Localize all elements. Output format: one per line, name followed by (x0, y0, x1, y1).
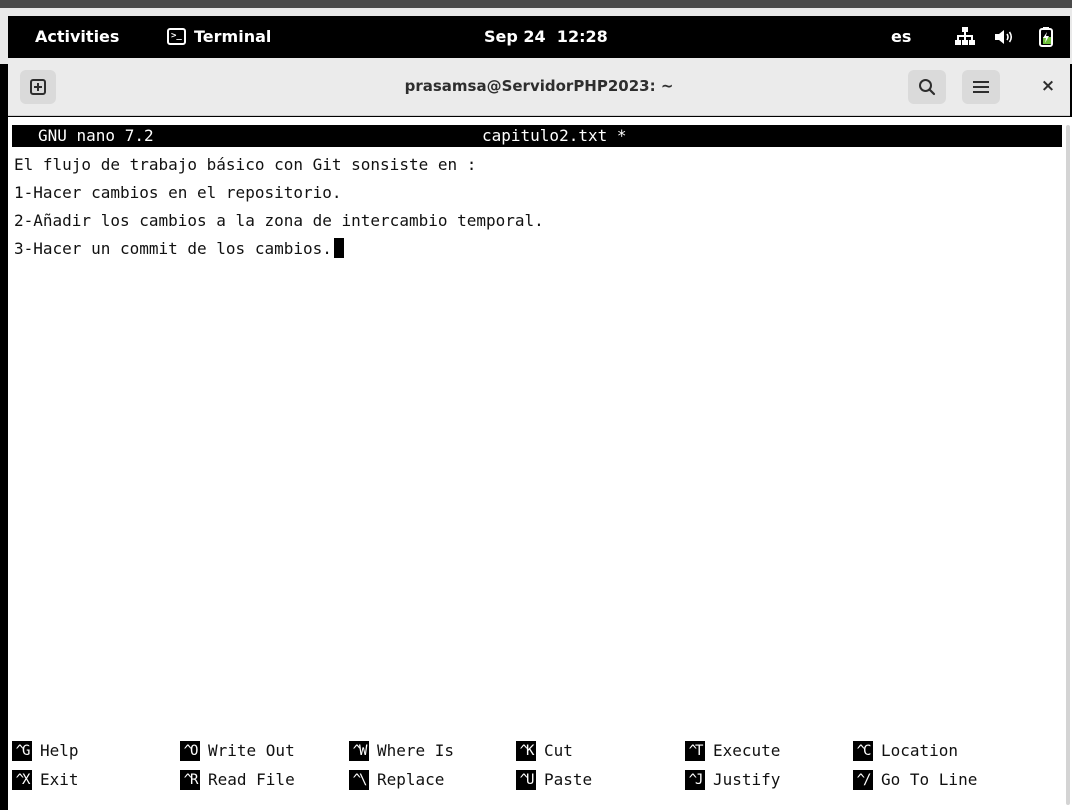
terminal-scrollbar[interactable] (1064, 117, 1072, 810)
editor-line[interactable]: 3-Hacer un commit de los cambios. (14, 238, 344, 262)
shortcut-key: ^X (12, 770, 32, 790)
shortcut-help[interactable]: ^G Help (12, 740, 79, 762)
activities-button[interactable]: Activities (35, 27, 119, 46)
shortcut-key: ^O (180, 741, 200, 761)
shortcut-write-out[interactable]: ^O Write Out (180, 740, 295, 762)
shortcut-key: ^K (516, 741, 536, 761)
shortcut-location[interactable]: ^C Location (853, 740, 958, 762)
shortcut-cut[interactable]: ^K Cut (516, 740, 573, 762)
shortcut-label: Cut (544, 741, 573, 760)
shortcut-justify[interactable]: ^J Justify (685, 769, 780, 791)
hamburger-menu-icon (973, 81, 989, 93)
editor-line[interactable]: 1-Hacer cambios en el repositorio. (14, 182, 342, 206)
shortcut-label: Exit (40, 770, 79, 789)
gnome-top-bar: Activities >_ Terminal Sep 24 12:28 es (0, 0, 1072, 64)
search-icon (919, 79, 936, 96)
shortcut-label: Write Out (208, 741, 295, 760)
shortcut-paste[interactable]: ^U Paste (516, 769, 592, 791)
editor-line[interactable]: El flujo de trabajo básico con Git sonsi… (14, 154, 476, 178)
search-button[interactable] (908, 70, 946, 104)
scrollbar-thumb[interactable] (1066, 125, 1070, 805)
shortcut-label: Justify (713, 770, 781, 789)
editor-line-text: 1-Hacer cambios en el repositorio. (14, 183, 342, 202)
app-name: Terminal (194, 27, 272, 46)
nano-title-bar: GNU nano 7.2 capitulo2.txt * (12, 125, 1062, 147)
battery-charging-icon[interactable] (1038, 26, 1054, 48)
shortcut-label: Read File (208, 770, 295, 789)
shortcut-key: ^/ (853, 770, 873, 790)
shortcut-replace[interactable]: ^\ Replace (349, 769, 444, 791)
text-cursor (333, 238, 344, 258)
editor-line-text: 2-Añadir los cambios a la zona de interc… (14, 211, 544, 230)
shortcut-key: ^W (349, 741, 369, 761)
shortcut-label: Paste (544, 770, 593, 789)
shortcut-key: ^U (516, 770, 536, 790)
window-header-bar: prasamsa@ServidorPHP2023: ~ × (8, 58, 1070, 116)
network-wired-icon[interactable] (954, 25, 976, 47)
top-panel: Activities >_ Terminal Sep 24 12:28 es (8, 16, 1070, 58)
shortcut-label: Help (40, 741, 79, 760)
shortcut-go-to-line[interactable]: ^/ Go To Line (853, 769, 977, 791)
shortcut-label: Execute (713, 741, 781, 760)
editor-line[interactable]: 2-Añadir los cambios a la zona de interc… (14, 210, 544, 234)
app-menu-button[interactable]: >_ Terminal (167, 27, 271, 46)
terminal-icon: >_ (167, 28, 186, 45)
shortcut-label: Where Is (377, 741, 455, 760)
nano-version: GNU nano 7.2 (38, 126, 154, 145)
shortcut-key: ^R (180, 770, 200, 790)
shortcut-where-is[interactable]: ^W Where Is (349, 740, 454, 762)
shortcut-label: Location (881, 741, 959, 760)
shortcut-exit[interactable]: ^X Exit (12, 769, 79, 791)
main-menu-button[interactable] (962, 70, 1000, 104)
editor-line-text: El flujo de trabajo básico con Git sonsi… (14, 155, 477, 174)
nano-filename: capitulo2.txt * (482, 126, 627, 145)
shortcut-label: Replace (377, 770, 445, 789)
close-window-button[interactable]: × (1036, 72, 1060, 100)
terminal-view[interactable]: GNU nano 7.2 capitulo2.txt * El flujo de… (8, 117, 1064, 810)
clock[interactable]: Sep 24 12:28 (484, 27, 608, 46)
shortcut-read-file[interactable]: ^R Read File (180, 769, 295, 791)
speaker-volume-icon[interactable] (993, 27, 1015, 47)
shortcut-key: ^C (853, 741, 873, 761)
shortcut-key: ^J (685, 770, 705, 790)
keyboard-layout-indicator[interactable]: es (891, 27, 911, 46)
editor-line-text: 3-Hacer un commit de los cambios. (14, 239, 332, 258)
shortcut-key: ^\ (349, 770, 369, 790)
shortcut-label: Go To Line (881, 770, 978, 789)
shortcut-key: ^G (12, 741, 32, 761)
shortcut-execute[interactable]: ^T Execute (685, 740, 780, 762)
shortcut-key: ^T (685, 741, 705, 761)
